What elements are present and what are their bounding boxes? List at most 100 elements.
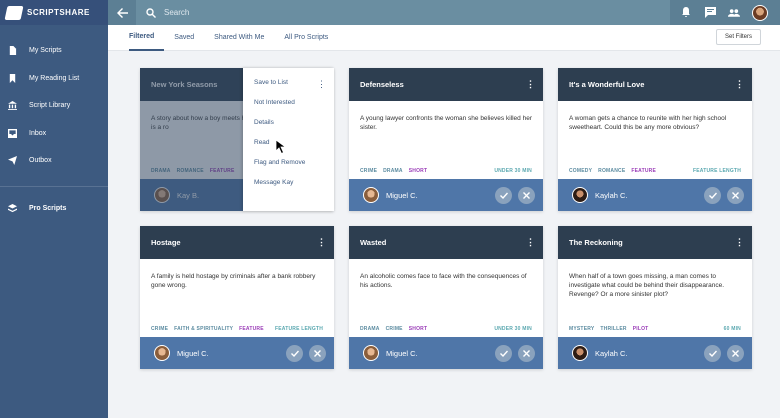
script-card[interactable]: Wasted ⋮ An alcoholic comes face to face… <box>349 226 543 369</box>
layers-icon <box>8 203 17 212</box>
sidebar-item-my-scripts[interactable]: My Scripts <box>0 37 108 65</box>
sidebar-item-script-library[interactable]: Script Library <box>0 92 108 120</box>
card-tags: DRAMA CRIME SHORT UNDER 30 MIN <box>349 321 543 337</box>
card-header: The Reckoning ⋮ <box>558 226 752 259</box>
script-card[interactable]: Hostage ⋮ A family is held hostage by cr… <box>140 226 334 369</box>
sidebar-item-label: Pro Scripts <box>29 204 67 212</box>
card-logline: An alcoholic comes face to face with the… <box>360 273 527 289</box>
menu-item-message-kay[interactable]: Message Kay <box>243 172 334 192</box>
accept-button[interactable] <box>495 344 512 362</box>
sidebar-item-inbox[interactable]: Inbox <box>0 120 108 148</box>
card-context-menu: Save to List Not Interested Details Read Fla… <box>243 68 334 211</box>
length-label: UNDER 30 MIN <box>494 168 532 174</box>
menu-item-details[interactable]: Details <box>243 112 334 132</box>
card-title: It's a Wonderful Love <box>569 80 645 89</box>
script-card[interactable]: It's a Wonderful Love ⋮ A woman gets a c… <box>558 68 752 211</box>
sidebar-item-reading-list[interactable]: My Reading List <box>0 65 108 93</box>
genre-tag: FEATURE <box>239 326 264 332</box>
sidebar: SCRIPTSHARE My Scripts My Reading List S… <box>0 0 108 418</box>
more-vertical-icon[interactable]: ⋮ <box>735 80 744 89</box>
writer-name[interactable]: Kaylah C. <box>595 191 698 200</box>
writer-avatar[interactable] <box>363 187 379 203</box>
close-icon <box>732 186 739 204</box>
genre-tag: SHORT <box>408 326 428 332</box>
card-title: The Reckoning <box>569 238 623 247</box>
genre-tag: DRAMA <box>383 168 403 174</box>
menu-item-not-interested[interactable]: Not Interested <box>243 92 334 112</box>
search-icon <box>146 7 156 18</box>
dismiss-button[interactable] <box>727 186 744 204</box>
writer-name[interactable]: Miguel C. <box>386 349 489 358</box>
menu-item-read[interactable]: Read <box>243 132 334 152</box>
accept-button[interactable] <box>704 344 721 362</box>
more-vertical-icon[interactable]: ⋮ <box>526 80 535 89</box>
search-input[interactable] <box>164 8 464 17</box>
accept-button[interactable] <box>286 344 303 362</box>
more-vertical-icon[interactable]: ⋮ <box>317 79 326 90</box>
search-bar <box>136 0 670 25</box>
close-icon <box>732 344 739 362</box>
more-vertical-icon[interactable]: ⋮ <box>317 238 326 247</box>
writer-avatar[interactable] <box>363 345 379 361</box>
card-header: Hostage ⋮ <box>140 226 334 259</box>
length-label: UNDER 30 MIN <box>494 326 532 332</box>
more-vertical-icon[interactable]: ⋮ <box>735 238 744 247</box>
card-title: Wasted <box>360 238 387 247</box>
user-avatar[interactable] <box>752 4 768 21</box>
sidebar-item-outbox[interactable]: Outbox <box>0 147 108 175</box>
writer-avatar[interactable] <box>572 345 588 361</box>
card-tags: COMEDY ROMANCE FEATURE FEATURE LENGTH <box>558 163 752 179</box>
more-vertical-icon[interactable]: ⋮ <box>526 238 535 247</box>
card-footer: Miguel C. <box>349 337 543 369</box>
sidebar-item-label: My Scripts <box>29 47 62 55</box>
tab-all-pro-scripts[interactable]: All Pro Scripts <box>274 25 338 51</box>
card-header: Wasted ⋮ <box>349 226 543 259</box>
accept-button[interactable] <box>704 186 721 204</box>
brand-logo[interactable]: SCRIPTSHARE <box>0 0 108 25</box>
genre-tag: ROMANCE <box>598 168 626 174</box>
mouse-cursor-icon <box>275 139 288 159</box>
card-footer: Kaylah C. <box>558 179 752 211</box>
length-label: 60 MIN <box>723 326 741 332</box>
dismiss-button[interactable] <box>727 344 744 362</box>
card-logline: A woman gets a chance to reunite with he… <box>569 115 727 131</box>
genre-tag: PILOT <box>632 326 649 332</box>
script-card[interactable]: Defenseless ⋮ A young lawyer confronts t… <box>349 68 543 211</box>
length-label: FEATURE LENGTH <box>693 168 741 174</box>
length-label: FEATURE LENGTH <box>275 326 323 332</box>
bell-icon[interactable] <box>680 7 692 19</box>
message-icon[interactable] <box>704 7 716 19</box>
brand-name: SCRIPTSHARE <box>27 8 90 17</box>
top-actions <box>670 0 780 25</box>
inbox-icon <box>8 128 17 138</box>
dismiss-button[interactable] <box>309 344 326 362</box>
writer-name[interactable]: Kaylah C. <box>595 349 698 358</box>
writer-name[interactable]: Miguel C. <box>386 191 489 200</box>
dismiss-button[interactable] <box>518 186 535 204</box>
script-card[interactable]: The Reckoning ⋮ When half of a town goes… <box>558 226 752 369</box>
close-icon <box>523 344 530 362</box>
menu-item-flag-and-remove[interactable]: Flag and Remove <box>243 152 334 172</box>
card-footer: Kaylah C. <box>558 337 752 369</box>
card-tags: MYSTERY THRILLER PILOT 60 MIN <box>558 321 752 337</box>
check-icon <box>708 344 717 362</box>
writer-name[interactable]: Miguel C. <box>177 349 280 358</box>
dismiss-button[interactable] <box>518 344 535 362</box>
accept-button[interactable] <box>495 186 512 204</box>
sidebar-nav: My Scripts My Reading List Script Librar… <box>0 37 108 175</box>
genre-tag: THRILLER <box>600 326 627 332</box>
genre-tag: CRIME <box>385 326 403 332</box>
tab-shared-with-me[interactable]: Shared With Me <box>204 25 274 51</box>
top-bar <box>108 0 780 25</box>
writer-avatar[interactable] <box>572 187 588 203</box>
sidebar-item-pro-scripts[interactable]: Pro Scripts <box>0 195 108 223</box>
back-button[interactable] <box>108 0 136 25</box>
script-card[interactable]: New York Seasons ⋮ A story about how a b… <box>140 68 334 211</box>
set-filters-button[interactable]: Set Filters <box>715 29 761 45</box>
tab-saved[interactable]: Saved <box>164 25 204 51</box>
tab-filtered[interactable]: Filtered <box>129 25 165 51</box>
genre-tag: FAITH & SPIRITUALITY <box>174 326 234 332</box>
people-icon[interactable] <box>728 7 740 19</box>
sidebar-divider <box>0 185 108 187</box>
writer-avatar[interactable] <box>154 345 170 361</box>
